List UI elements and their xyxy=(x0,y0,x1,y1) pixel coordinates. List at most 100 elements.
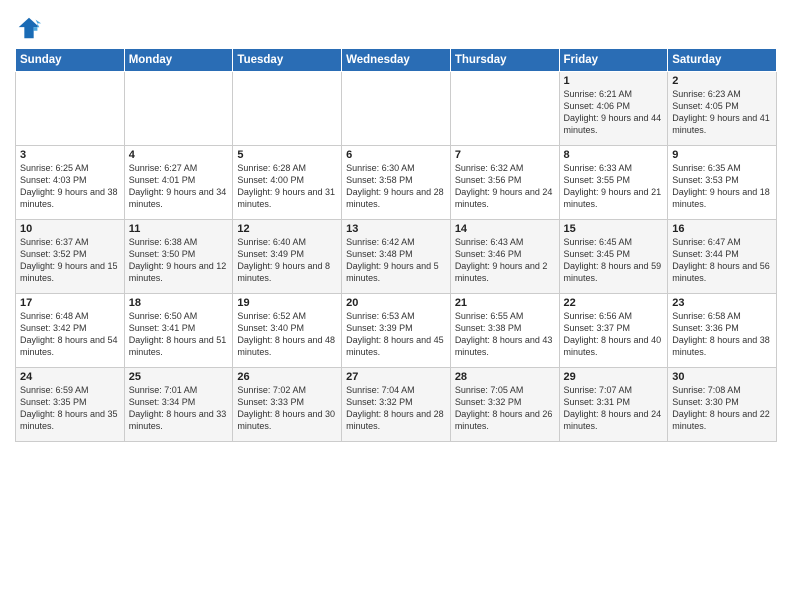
day-cell: 17Sunrise: 6:48 AM Sunset: 3:42 PM Dayli… xyxy=(16,294,125,368)
day-cell: 7Sunrise: 6:32 AM Sunset: 3:56 PM Daylig… xyxy=(450,146,559,220)
day-cell: 6Sunrise: 6:30 AM Sunset: 3:58 PM Daylig… xyxy=(342,146,451,220)
day-number: 30 xyxy=(672,371,772,383)
day-cell: 23Sunrise: 6:58 AM Sunset: 3:36 PM Dayli… xyxy=(668,294,777,368)
day-info: Sunrise: 7:08 AM Sunset: 3:30 PM Dayligh… xyxy=(672,384,772,433)
day-info: Sunrise: 6:28 AM Sunset: 4:00 PM Dayligh… xyxy=(237,162,337,211)
day-info: Sunrise: 6:33 AM Sunset: 3:55 PM Dayligh… xyxy=(564,162,664,211)
header-cell-saturday: Saturday xyxy=(668,49,777,72)
header-cell-friday: Friday xyxy=(559,49,668,72)
day-number: 13 xyxy=(346,223,446,235)
day-cell xyxy=(233,72,342,146)
day-cell: 22Sunrise: 6:56 AM Sunset: 3:37 PM Dayli… xyxy=(559,294,668,368)
day-info: Sunrise: 6:21 AM Sunset: 4:06 PM Dayligh… xyxy=(564,88,664,137)
day-info: Sunrise: 6:35 AM Sunset: 3:53 PM Dayligh… xyxy=(672,162,772,211)
week-row-4: 17Sunrise: 6:48 AM Sunset: 3:42 PM Dayli… xyxy=(16,294,777,368)
day-cell: 5Sunrise: 6:28 AM Sunset: 4:00 PM Daylig… xyxy=(233,146,342,220)
week-row-2: 3Sunrise: 6:25 AM Sunset: 4:03 PM Daylig… xyxy=(16,146,777,220)
day-info: Sunrise: 7:01 AM Sunset: 3:34 PM Dayligh… xyxy=(129,384,229,433)
day-info: Sunrise: 6:30 AM Sunset: 3:58 PM Dayligh… xyxy=(346,162,446,211)
day-number: 28 xyxy=(455,371,555,383)
day-cell xyxy=(342,72,451,146)
day-number: 16 xyxy=(672,223,772,235)
day-number: 18 xyxy=(129,297,229,309)
day-cell: 21Sunrise: 6:55 AM Sunset: 3:38 PM Dayli… xyxy=(450,294,559,368)
day-cell: 14Sunrise: 6:43 AM Sunset: 3:46 PM Dayli… xyxy=(450,220,559,294)
day-info: Sunrise: 6:23 AM Sunset: 4:05 PM Dayligh… xyxy=(672,88,772,137)
day-cell: 9Sunrise: 6:35 AM Sunset: 3:53 PM Daylig… xyxy=(668,146,777,220)
day-info: Sunrise: 6:40 AM Sunset: 3:49 PM Dayligh… xyxy=(237,236,337,285)
day-info: Sunrise: 7:02 AM Sunset: 3:33 PM Dayligh… xyxy=(237,384,337,433)
day-number: 1 xyxy=(564,75,664,87)
day-cell: 12Sunrise: 6:40 AM Sunset: 3:49 PM Dayli… xyxy=(233,220,342,294)
day-cell: 4Sunrise: 6:27 AM Sunset: 4:01 PM Daylig… xyxy=(124,146,233,220)
logo-icon xyxy=(15,14,43,42)
day-number: 3 xyxy=(20,149,120,161)
day-number: 2 xyxy=(672,75,772,87)
day-number: 25 xyxy=(129,371,229,383)
calendar-body: 1Sunrise: 6:21 AM Sunset: 4:06 PM Daylig… xyxy=(16,72,777,442)
day-info: Sunrise: 7:07 AM Sunset: 3:31 PM Dayligh… xyxy=(564,384,664,433)
day-info: Sunrise: 6:56 AM Sunset: 3:37 PM Dayligh… xyxy=(564,310,664,359)
day-cell: 20Sunrise: 6:53 AM Sunset: 3:39 PM Dayli… xyxy=(342,294,451,368)
day-cell: 30Sunrise: 7:08 AM Sunset: 3:30 PM Dayli… xyxy=(668,368,777,442)
day-cell: 3Sunrise: 6:25 AM Sunset: 4:03 PM Daylig… xyxy=(16,146,125,220)
day-cell: 25Sunrise: 7:01 AM Sunset: 3:34 PM Dayli… xyxy=(124,368,233,442)
day-info: Sunrise: 6:53 AM Sunset: 3:39 PM Dayligh… xyxy=(346,310,446,359)
day-info: Sunrise: 6:47 AM Sunset: 3:44 PM Dayligh… xyxy=(672,236,772,285)
day-info: Sunrise: 6:42 AM Sunset: 3:48 PM Dayligh… xyxy=(346,236,446,285)
day-cell xyxy=(450,72,559,146)
calendar-table: SundayMondayTuesdayWednesdayThursdayFrid… xyxy=(15,48,777,442)
day-number: 15 xyxy=(564,223,664,235)
day-cell: 10Sunrise: 6:37 AM Sunset: 3:52 PM Dayli… xyxy=(16,220,125,294)
logo xyxy=(15,14,45,42)
day-number: 22 xyxy=(564,297,664,309)
day-info: Sunrise: 6:45 AM Sunset: 3:45 PM Dayligh… xyxy=(564,236,664,285)
week-row-1: 1Sunrise: 6:21 AM Sunset: 4:06 PM Daylig… xyxy=(16,72,777,146)
day-info: Sunrise: 6:38 AM Sunset: 3:50 PM Dayligh… xyxy=(129,236,229,285)
day-cell: 11Sunrise: 6:38 AM Sunset: 3:50 PM Dayli… xyxy=(124,220,233,294)
day-info: Sunrise: 6:48 AM Sunset: 3:42 PM Dayligh… xyxy=(20,310,120,359)
week-row-5: 24Sunrise: 6:59 AM Sunset: 3:35 PM Dayli… xyxy=(16,368,777,442)
header-cell-tuesday: Tuesday xyxy=(233,49,342,72)
day-cell: 8Sunrise: 6:33 AM Sunset: 3:55 PM Daylig… xyxy=(559,146,668,220)
day-cell: 16Sunrise: 6:47 AM Sunset: 3:44 PM Dayli… xyxy=(668,220,777,294)
day-number: 24 xyxy=(20,371,120,383)
day-number: 17 xyxy=(20,297,120,309)
day-number: 23 xyxy=(672,297,772,309)
calendar-header: SundayMondayTuesdayWednesdayThursdayFrid… xyxy=(16,49,777,72)
day-info: Sunrise: 6:32 AM Sunset: 3:56 PM Dayligh… xyxy=(455,162,555,211)
header-cell-monday: Monday xyxy=(124,49,233,72)
day-info: Sunrise: 7:05 AM Sunset: 3:32 PM Dayligh… xyxy=(455,384,555,433)
day-info: Sunrise: 6:52 AM Sunset: 3:40 PM Dayligh… xyxy=(237,310,337,359)
day-info: Sunrise: 6:50 AM Sunset: 3:41 PM Dayligh… xyxy=(129,310,229,359)
day-cell xyxy=(124,72,233,146)
day-cell xyxy=(16,72,125,146)
day-cell: 29Sunrise: 7:07 AM Sunset: 3:31 PM Dayli… xyxy=(559,368,668,442)
page-container: SundayMondayTuesdayWednesdayThursdayFrid… xyxy=(0,0,792,452)
week-row-3: 10Sunrise: 6:37 AM Sunset: 3:52 PM Dayli… xyxy=(16,220,777,294)
day-number: 12 xyxy=(237,223,337,235)
day-cell: 2Sunrise: 6:23 AM Sunset: 4:05 PM Daylig… xyxy=(668,72,777,146)
day-number: 29 xyxy=(564,371,664,383)
day-number: 10 xyxy=(20,223,120,235)
day-number: 7 xyxy=(455,149,555,161)
day-number: 9 xyxy=(672,149,772,161)
day-info: Sunrise: 6:25 AM Sunset: 4:03 PM Dayligh… xyxy=(20,162,120,211)
day-cell: 18Sunrise: 6:50 AM Sunset: 3:41 PM Dayli… xyxy=(124,294,233,368)
day-info: Sunrise: 6:59 AM Sunset: 3:35 PM Dayligh… xyxy=(20,384,120,433)
day-info: Sunrise: 6:55 AM Sunset: 3:38 PM Dayligh… xyxy=(455,310,555,359)
header xyxy=(15,10,777,42)
day-cell: 24Sunrise: 6:59 AM Sunset: 3:35 PM Dayli… xyxy=(16,368,125,442)
day-cell: 19Sunrise: 6:52 AM Sunset: 3:40 PM Dayli… xyxy=(233,294,342,368)
day-info: Sunrise: 6:27 AM Sunset: 4:01 PM Dayligh… xyxy=(129,162,229,211)
day-number: 8 xyxy=(564,149,664,161)
header-cell-sunday: Sunday xyxy=(16,49,125,72)
header-cell-wednesday: Wednesday xyxy=(342,49,451,72)
day-cell: 1Sunrise: 6:21 AM Sunset: 4:06 PM Daylig… xyxy=(559,72,668,146)
day-number: 26 xyxy=(237,371,337,383)
day-number: 21 xyxy=(455,297,555,309)
day-info: Sunrise: 7:04 AM Sunset: 3:32 PM Dayligh… xyxy=(346,384,446,433)
day-cell: 28Sunrise: 7:05 AM Sunset: 3:32 PM Dayli… xyxy=(450,368,559,442)
day-number: 5 xyxy=(237,149,337,161)
day-cell: 13Sunrise: 6:42 AM Sunset: 3:48 PM Dayli… xyxy=(342,220,451,294)
